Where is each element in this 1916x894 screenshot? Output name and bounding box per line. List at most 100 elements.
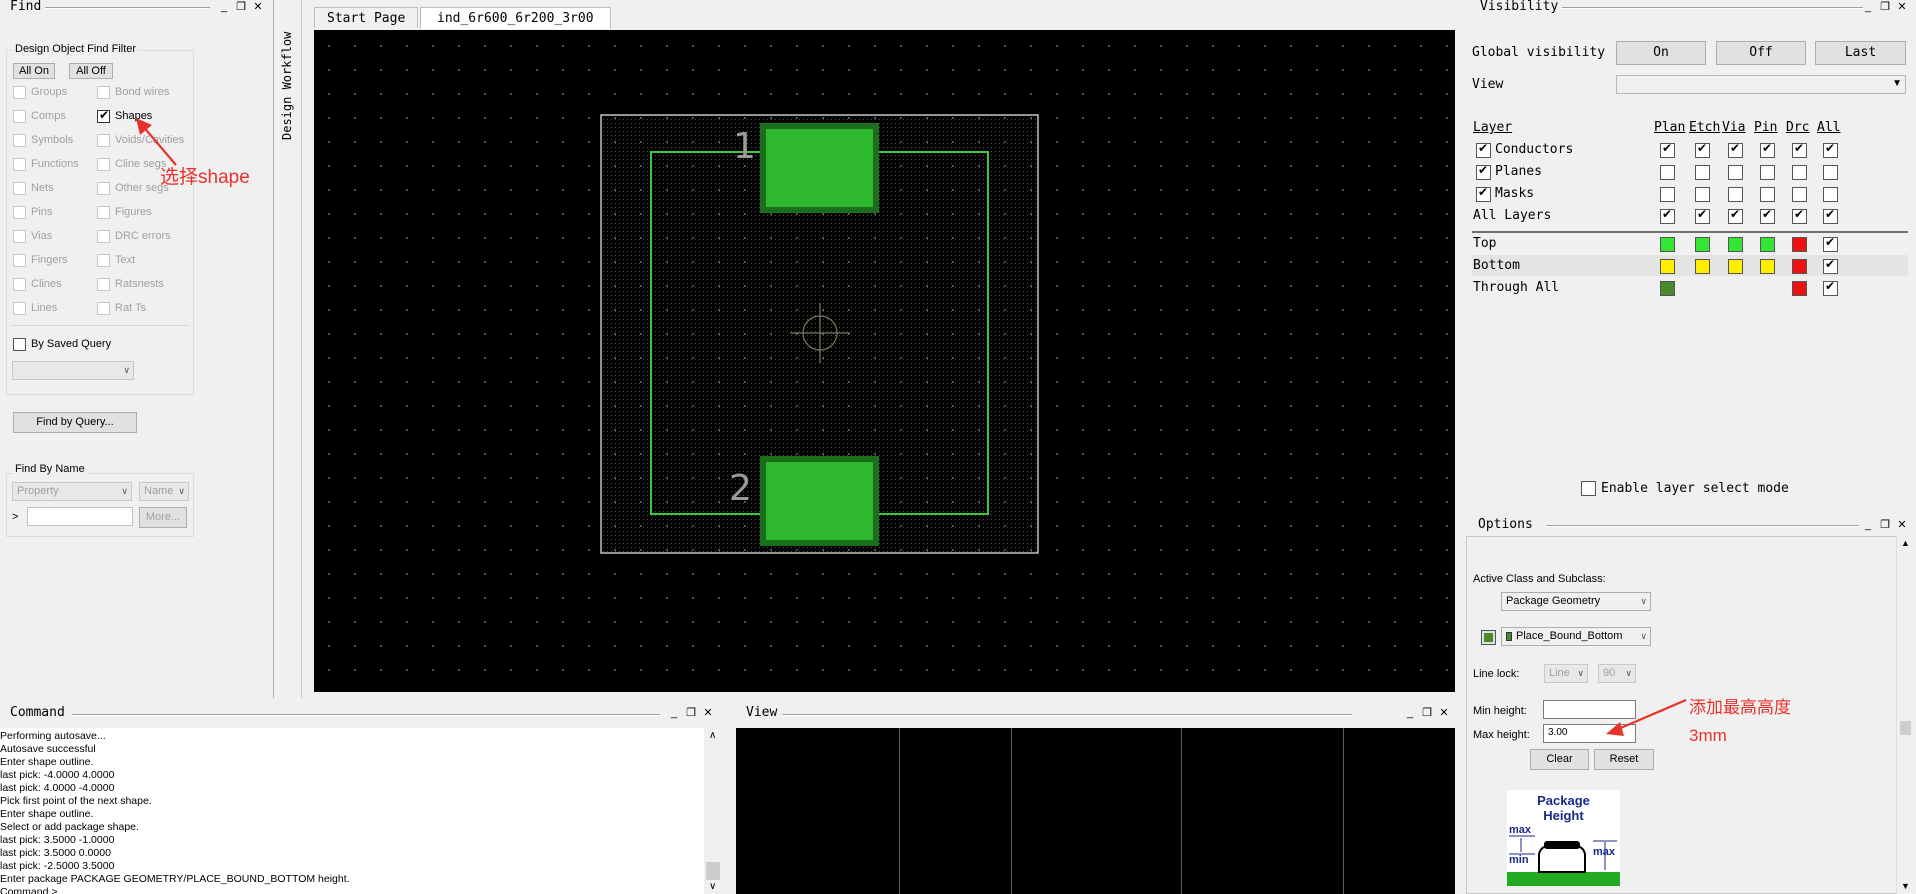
scroll-down-icon[interactable]: ▼ [1901,881,1910,891]
line-lock-angle-select[interactable]: 90 ∨ [1598,664,1636,683]
close-icon[interactable]: ✕ [1896,519,1908,531]
filter-checkbox-2[interactable] [13,134,26,147]
design-workflow-tab[interactable]: Design Workflow [280,10,294,140]
all-off-button[interactable]: All Off [69,63,113,79]
sub-layer-name[interactable]: Top [1473,237,1496,250]
visibility-cell-checkbox[interactable]: ✔ [1728,207,1743,224]
filter-checkbox-r9[interactable] [97,302,110,315]
close-icon[interactable]: ✕ [1438,707,1450,719]
visibility-cell-checkbox[interactable] [1728,165,1743,180]
layer-color-swatch[interactable] [1760,237,1775,252]
filter-checkbox-r4[interactable] [97,182,110,195]
enable-layer-select-checkbox[interactable] [1581,481,1596,496]
options-scrollbar[interactable]: ▲ ▼ [1896,536,1914,894]
pad-2[interactable] [760,456,879,546]
sub-layer-name[interactable]: Through All [1473,281,1559,294]
restore-icon[interactable]: ❐ [1879,519,1891,531]
visibility-cell-checkbox[interactable] [1823,187,1838,202]
subclass-select[interactable]: Place_Bound_Bottom ∨ [1501,627,1651,646]
pad-1[interactable] [760,123,879,213]
design-canvas[interactable]: 1 2 [314,30,1455,692]
visibility-cell-checkbox[interactable]: ✔ [1660,141,1675,158]
visibility-cell-checkbox[interactable]: ✔ [1760,141,1775,158]
visibility-cell-checkbox[interactable] [1660,165,1675,180]
layer-color-swatch[interactable] [1792,259,1807,274]
scroll-up-icon[interactable]: ∧ [709,730,716,741]
layer-color-swatch[interactable] [1728,259,1743,274]
world-view-canvas[interactable] [736,728,1455,894]
visibility-cell-checkbox[interactable] [1823,165,1838,180]
restore-icon[interactable]: ❐ [235,1,247,13]
layer-color-swatch[interactable] [1660,259,1675,274]
layer-color-swatch[interactable] [1660,281,1675,296]
layer-color-swatch[interactable] [1695,237,1710,252]
layer-color-swatch[interactable] [1760,259,1775,274]
filter-checkbox-r5[interactable] [97,206,110,219]
command-log[interactable]: Performing autosave... Autosave successfu… [0,728,704,894]
close-icon[interactable]: ✕ [252,1,264,13]
visibility-cell-checkbox[interactable]: ✔ [1792,207,1807,224]
visibility-cell-checkbox[interactable] [1695,187,1710,202]
visibility-cell-checkbox[interactable]: ✔ [1695,207,1710,224]
filter-checkbox-r7[interactable] [97,254,110,267]
scroll-up-icon[interactable]: ▲ [1901,538,1910,548]
minimize-icon[interactable]: _ [1862,1,1874,13]
sub-layer-name[interactable]: Bottom [1473,259,1520,272]
line-lock-type-select[interactable]: Line ∨ [1544,664,1588,683]
restore-icon[interactable]: ❐ [1421,707,1433,719]
filter-checkbox-r3[interactable] [97,158,110,171]
filter-checkbox-5[interactable] [13,206,26,219]
command-scrollbar[interactable]: ∧ ∨ [704,728,722,894]
minimize-icon[interactable]: _ [1862,519,1874,531]
layer-color-swatch[interactable] [1728,237,1743,252]
all-on-button[interactable]: All On [13,63,55,79]
visibility-off-button[interactable]: Off [1716,41,1806,65]
scroll-down-icon[interactable]: ∨ [709,881,716,892]
filter-checkbox-r8[interactable] [97,278,110,291]
filter-checkbox-6[interactable] [13,230,26,243]
scroll-thumb[interactable] [706,862,720,880]
filter-checkbox-r2[interactable] [97,134,110,147]
layer-checkbox[interactable]: ✔ [1476,141,1491,158]
minimize-icon[interactable]: _ [218,1,230,13]
layer-checkbox[interactable]: ✔ [1476,185,1491,202]
visibility-cell-checkbox[interactable]: ✔ [1823,141,1838,158]
more-button[interactable]: More... [139,507,187,528]
filter-checkbox-8[interactable] [13,278,26,291]
layer-color-swatch[interactable] [1792,281,1807,296]
visibility-cell-checkbox[interactable] [1792,187,1807,202]
saved-query-select[interactable]: ∨ [12,361,134,380]
by-saved-query-checkbox[interactable] [13,338,26,351]
filter-checkbox-r6[interactable] [97,230,110,243]
layer-color-swatch[interactable] [1660,237,1675,252]
restore-icon[interactable]: ❐ [685,707,697,719]
name-type-select[interactable]: Name ∨ [139,482,189,501]
sub-layer-all-checkbox[interactable]: ✔ [1823,279,1838,296]
visibility-cell-checkbox[interactable]: ✔ [1660,207,1675,224]
filter-checkbox-4[interactable] [13,182,26,195]
scroll-thumb[interactable] [1900,721,1911,735]
tab-start-page[interactable]: Start Page [314,7,419,28]
close-icon[interactable]: ✕ [702,707,714,719]
visibility-cell-checkbox[interactable] [1660,187,1675,202]
minimize-icon[interactable]: _ [668,707,680,719]
filter-checkbox-3[interactable] [13,158,26,171]
layer-color-swatch[interactable] [1695,259,1710,274]
tab-design[interactable]: ind_6r600_6r200_3r00 [420,7,611,29]
restore-icon[interactable]: ❐ [1879,1,1891,13]
visibility-cell-checkbox[interactable]: ✔ [1792,141,1807,158]
find-by-query-button[interactable]: Find by Query... [13,412,137,433]
filter-checkbox-7[interactable] [13,254,26,267]
view-select[interactable]: ▼ [1616,75,1906,94]
minimize-icon[interactable]: _ [1404,707,1416,719]
shapes-checkbox[interactable]: ✔ [97,108,110,123]
clear-button[interactable]: Clear [1530,749,1589,770]
visibility-cell-checkbox[interactable]: ✔ [1695,141,1710,158]
filter-checkbox-r0[interactable] [97,86,110,99]
visibility-cell-checkbox[interactable] [1695,165,1710,180]
close-icon[interactable]: ✕ [1896,1,1908,13]
property-select[interactable]: Property ∨ [12,482,132,501]
layer-color-swatch[interactable] [1792,237,1807,252]
sub-layer-all-checkbox[interactable]: ✔ [1823,235,1838,252]
subclass-color-swatch[interactable] [1481,630,1496,645]
